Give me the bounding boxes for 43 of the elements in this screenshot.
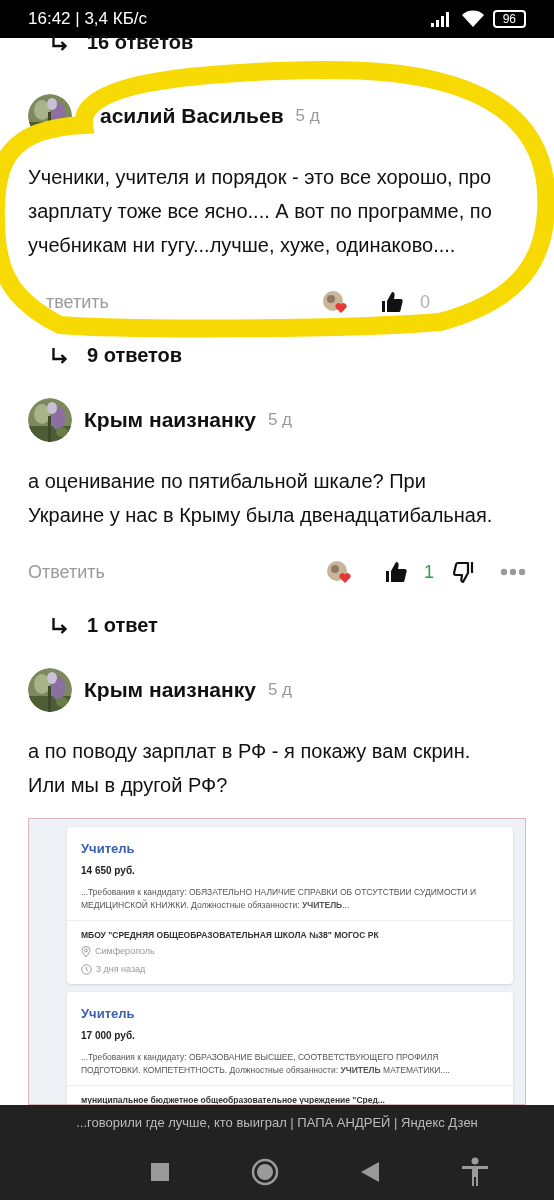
vacancy-snippet: ...Требования к кандидату: ОБРАЗОВАНИЕ ВЫСШЕЕ, СООТВЕТСТВУЮЩЕГО ПРОФИЛЯ ПОДГОТОВКИ. КОМПЕТЕНТНОСТЬ. Должностные обязанности: УЧИТЕЛЬ МАТЕМАТИКИ....: [81, 1050, 451, 1077]
home-icon[interactable]: [251, 1157, 279, 1186]
vacancy-snippet: ...Требования к кандидату: ОБЯЗАТЕЛЬНО НАЛИЧИЕ СПРАВКИ ОБ ОТСУТСТВИИ СУДИМОСТИ И МЕДИЦИНСКОЙ КНИЖКИ. Должностные обязанности: УЧИТЕЛЬ...: [81, 885, 478, 912]
vacancy-city: Симферополь: [95, 945, 155, 959]
like-count: 0: [420, 290, 431, 314]
stop-icon[interactable]: [151, 1162, 169, 1181]
thumbs-up-icon[interactable]: [384, 560, 408, 584]
author-name[interactable]: Крым наизнанку: [84, 674, 256, 706]
comment-age: 5 д: [295, 105, 320, 128]
replies-link[interactable]: 16 ответов: [87, 32, 194, 52]
reply-arrow-icon: [52, 346, 67, 364]
status-time: 16:42 | 3,4 КБ/с: [28, 8, 148, 31]
vacancy-salary: 17 000 руб.: [81, 1028, 136, 1043]
comment-text: а по поводу зарплат в РФ - я покажу вам скрин. Или мы в другой РФ?: [28, 739, 472, 798]
clock-icon: [81, 964, 92, 975]
reaction-avatar-icon: [322, 290, 348, 314]
comment-text: а оценивание по пятибальной шкале? При Украине у нас в Крыму была двенадцатибальная.: [28, 469, 494, 528]
reaction-avatar-icon: [326, 560, 352, 584]
thumbs-up-icon[interactable]: [380, 290, 404, 314]
vacancy-employer: муниципальное бюджетное общеобразовательное учреждение "Сред...: [81, 1093, 386, 1104]
back-icon[interactable]: [361, 1161, 379, 1182]
vacancy-title[interactable]: Учитель: [81, 839, 499, 859]
comment-text: Ученики, учителя и порядок - это все хорошо, про зарплату тоже все ясно.... А вот по программе, по учебникам ни гугу...лучше, хуже, одинаково....: [28, 165, 493, 258]
reply-arrow-icon: [52, 616, 67, 634]
comment-age: 5 д: [267, 679, 292, 702]
reply-arrow-icon: [52, 33, 67, 51]
author-name[interactable]: асилий Васильев: [100, 100, 284, 132]
battery-indicator: 96: [492, 10, 526, 28]
replies-link[interactable]: 1 ответ: [87, 610, 158, 640]
thumbs-down-icon[interactable]: [452, 560, 476, 584]
author-name[interactable]: Крым наизнанку: [84, 404, 256, 436]
vacancy-employer: МБОУ "СРЕДНЯЯ ОБЩЕОБРАЗОВАТЕЛЬНАЯ ШКОЛА №38" МОГОС РК: [81, 928, 380, 942]
accessibility-icon[interactable]: [461, 1156, 489, 1187]
vacancy-date: 3 дня назад: [96, 962, 146, 976]
page-title: ...говорили где лучше, кто выиграл | ПАПА АНДРЕЙ | Яндекс Дзен: [76, 1114, 478, 1132]
vacancy-salary: 14 650 руб.: [81, 863, 136, 878]
more-icon[interactable]: [500, 568, 526, 576]
location-pin-icon: [81, 946, 91, 958]
like-count: 1: [424, 560, 435, 584]
wifi-icon: [460, 10, 485, 28]
vacancy-title[interactable]: Учитель: [81, 1004, 499, 1024]
comment-age: 5 д: [267, 409, 292, 432]
replies-link[interactable]: 9 ответов: [87, 340, 183, 370]
